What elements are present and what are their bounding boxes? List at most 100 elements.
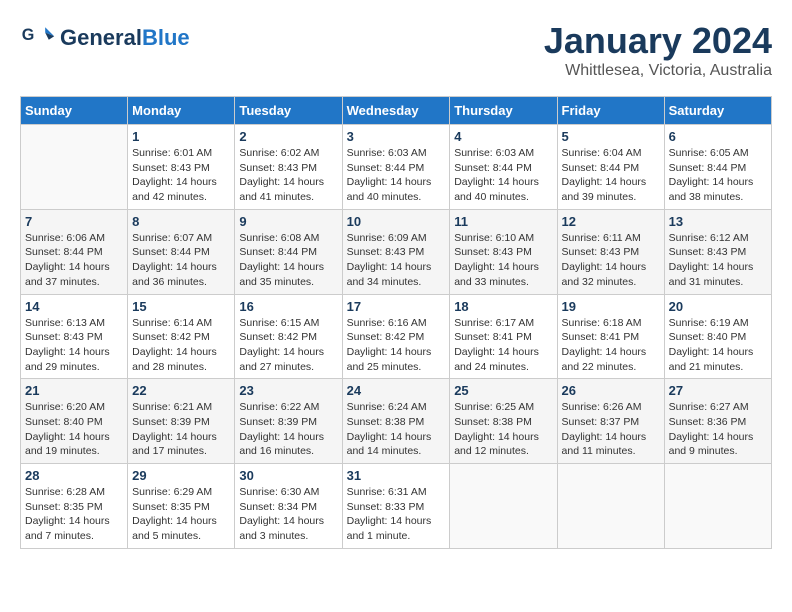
day-info: Sunrise: 6:11 AM Sunset: 8:43 PM Dayligh… xyxy=(562,231,660,290)
calendar-cell xyxy=(664,464,771,549)
day-number: 18 xyxy=(454,299,552,314)
day-number: 16 xyxy=(239,299,337,314)
calendar-cell: 12Sunrise: 6:11 AM Sunset: 8:43 PM Dayli… xyxy=(557,209,664,294)
title-block: January 2024 Whittlesea, Victoria, Austr… xyxy=(544,20,772,80)
header-day-monday: Monday xyxy=(128,97,235,125)
day-number: 6 xyxy=(669,129,767,144)
calendar-cell: 13 Sunrise: 6:12 AM Sunset: 8:43 PM Dayli… xyxy=(664,209,771,294)
calendar-cell: 21Sunrise: 6:20 AM Sunset: 8:40 PM Dayli… xyxy=(21,379,128,464)
day-number: 9 xyxy=(239,214,337,229)
day-info: Sunrise: 6:07 AM Sunset: 8:44 PM Dayligh… xyxy=(132,231,230,290)
calendar-cell: 31Sunrise: 6:31 AM Sunset: 8:33 PM Dayli… xyxy=(342,464,450,549)
calendar-cell: 30Sunrise: 6:30 AM Sunset: 8:34 PM Dayli… xyxy=(235,464,342,549)
day-number: 8 xyxy=(132,214,230,229)
header-day-saturday: Saturday xyxy=(664,97,771,125)
calendar-cell xyxy=(21,125,128,210)
calendar-cell: 8 Sunrise: 6:07 AM Sunset: 8:44 PM Daylig… xyxy=(128,209,235,294)
calendar-cell xyxy=(450,464,557,549)
day-number: 24 xyxy=(347,383,446,398)
day-number: 2 xyxy=(239,129,337,144)
day-number: 5 xyxy=(562,129,660,144)
calendar-cell: 20 Sunrise: 6:19 AM Sunset: 8:40 PM Dayli… xyxy=(664,294,771,379)
day-info: Sunrise: 6:27 AM Sunset: 8:36 PM Dayligh… xyxy=(669,400,767,459)
logo: G GeneralBlue xyxy=(20,20,190,56)
day-info: Sunrise: 6:22 AM Sunset: 8:39 PM Dayligh… xyxy=(239,400,337,459)
day-number: 13 xyxy=(669,214,767,229)
calendar-cell: 26Sunrise: 6:26 AM Sunset: 8:37 PM Dayli… xyxy=(557,379,664,464)
day-info: Sunrise: 6:03 AM Sunset: 8:44 PM Dayligh… xyxy=(454,146,552,205)
logo-icon: G xyxy=(20,20,56,56)
day-number: 1 xyxy=(132,129,230,144)
day-info: Sunrise: 6:28 AM Sunset: 8:35 PM Dayligh… xyxy=(25,485,123,544)
day-info: Sunrise: 6:17 AM Sunset: 8:41 PM Dayligh… xyxy=(454,316,552,375)
day-info: Sunrise: 6:18 AM Sunset: 8:41 PM Dayligh… xyxy=(562,316,660,375)
calendar-cell: 28 Sunrise: 6:28 AM Sunset: 8:35 PM Dayli… xyxy=(21,464,128,549)
header-day-thursday: Thursday xyxy=(450,97,557,125)
calendar-body: 1 Sunrise: 6:01 AM Sunset: 8:43 PM Daylig… xyxy=(21,125,772,549)
calendar-cell: 19Sunrise: 6:18 AM Sunset: 8:41 PM Dayli… xyxy=(557,294,664,379)
calendar-cell: 2Sunrise: 6:02 AM Sunset: 8:43 PM Daylig… xyxy=(235,125,342,210)
day-number: 23 xyxy=(239,383,337,398)
day-number: 3 xyxy=(347,129,446,144)
day-number: 20 xyxy=(669,299,767,314)
day-info: Sunrise: 6:05 AM Sunset: 8:44 PM Dayligh… xyxy=(669,146,767,205)
day-info: Sunrise: 6:15 AM Sunset: 8:42 PM Dayligh… xyxy=(239,316,337,375)
day-number: 22 xyxy=(132,383,230,398)
calendar-cell: 29Sunrise: 6:29 AM Sunset: 8:35 PM Dayli… xyxy=(128,464,235,549)
day-info: Sunrise: 6:29 AM Sunset: 8:35 PM Dayligh… xyxy=(132,485,230,544)
day-info: Sunrise: 6:25 AM Sunset: 8:38 PM Dayligh… xyxy=(454,400,552,459)
day-number: 21 xyxy=(25,383,123,398)
calendar-cell: 10 Sunrise: 6:09 AM Sunset: 8:43 PM Dayli… xyxy=(342,209,450,294)
day-info: Sunrise: 6:30 AM Sunset: 8:34 PM Dayligh… xyxy=(239,485,337,544)
day-info: Sunrise: 6:03 AM Sunset: 8:44 PM Dayligh… xyxy=(347,146,446,205)
day-number: 28 xyxy=(25,468,123,483)
day-info: Sunrise: 6:14 AM Sunset: 8:42 PM Dayligh… xyxy=(132,316,230,375)
day-info: Sunrise: 6:08 AM Sunset: 8:44 PM Dayligh… xyxy=(239,231,337,290)
week-row-3: 14 Sunrise: 6:13 AM Sunset: 8:43 PM Dayli… xyxy=(21,294,772,379)
day-info: Sunrise: 6:06 AM Sunset: 8:44 PM Dayligh… xyxy=(25,231,123,290)
week-row-4: 21Sunrise: 6:20 AM Sunset: 8:40 PM Dayli… xyxy=(21,379,772,464)
calendar-cell: 9 Sunrise: 6:08 AM Sunset: 8:44 PM Daylig… xyxy=(235,209,342,294)
header-day-tuesday: Tuesday xyxy=(235,97,342,125)
location: Whittlesea, Victoria, Australia xyxy=(544,62,772,80)
logo-text: GeneralBlue xyxy=(60,26,190,50)
day-info: Sunrise: 6:01 AM Sunset: 8:43 PM Dayligh… xyxy=(132,146,230,205)
day-info: Sunrise: 6:10 AM Sunset: 8:43 PM Dayligh… xyxy=(454,231,552,290)
header-day-sunday: Sunday xyxy=(21,97,128,125)
day-number: 10 xyxy=(347,214,446,229)
calendar-cell: 7 Sunrise: 6:06 AM Sunset: 8:44 PM Daylig… xyxy=(21,209,128,294)
calendar-cell: 22 Sunrise: 6:21 AM Sunset: 8:39 PM Dayli… xyxy=(128,379,235,464)
calendar-cell: 16 Sunrise: 6:15 AM Sunset: 8:42 PM Dayli… xyxy=(235,294,342,379)
calendar-cell: 1 Sunrise: 6:01 AM Sunset: 8:43 PM Daylig… xyxy=(128,125,235,210)
day-number: 27 xyxy=(669,383,767,398)
calendar-cell: 23 Sunrise: 6:22 AM Sunset: 8:39 PM Dayli… xyxy=(235,379,342,464)
calendar-cell: 18 Sunrise: 6:17 AM Sunset: 8:41 PM Dayli… xyxy=(450,294,557,379)
calendar-cell: 15 Sunrise: 6:14 AM Sunset: 8:42 PM Dayli… xyxy=(128,294,235,379)
day-info: Sunrise: 6:24 AM Sunset: 8:38 PM Dayligh… xyxy=(347,400,446,459)
day-number: 7 xyxy=(25,214,123,229)
day-info: Sunrise: 6:19 AM Sunset: 8:40 PM Dayligh… xyxy=(669,316,767,375)
calendar-cell: 4 Sunrise: 6:03 AM Sunset: 8:44 PM Daylig… xyxy=(450,125,557,210)
calendar-cell: 14 Sunrise: 6:13 AM Sunset: 8:43 PM Dayli… xyxy=(21,294,128,379)
calendar-cell: 24 Sunrise: 6:24 AM Sunset: 8:38 PM Dayli… xyxy=(342,379,450,464)
month-title: January 2024 xyxy=(544,20,772,62)
page-header: G GeneralBlue January 2024 Whittlesea, V… xyxy=(20,20,772,80)
day-info: Sunrise: 6:16 AM Sunset: 8:42 PM Dayligh… xyxy=(347,316,446,375)
calendar-cell: 25 Sunrise: 6:25 AM Sunset: 8:38 PM Dayli… xyxy=(450,379,557,464)
day-number: 15 xyxy=(132,299,230,314)
day-number: 11 xyxy=(454,214,552,229)
day-info: Sunrise: 6:13 AM Sunset: 8:43 PM Dayligh… xyxy=(25,316,123,375)
day-info: Sunrise: 6:09 AM Sunset: 8:43 PM Dayligh… xyxy=(347,231,446,290)
day-number: 25 xyxy=(454,383,552,398)
day-number: 17 xyxy=(347,299,446,314)
day-number: 4 xyxy=(454,129,552,144)
calendar-table: SundayMondayTuesdayWednesdayThursdayFrid… xyxy=(20,96,772,549)
day-info: Sunrise: 6:21 AM Sunset: 8:39 PM Dayligh… xyxy=(132,400,230,459)
day-number: 31 xyxy=(347,468,446,483)
day-number: 14 xyxy=(25,299,123,314)
svg-text:G: G xyxy=(22,26,35,44)
day-info: Sunrise: 6:04 AM Sunset: 8:44 PM Dayligh… xyxy=(562,146,660,205)
calendar-cell: 5 Sunrise: 6:04 AM Sunset: 8:44 PM Daylig… xyxy=(557,125,664,210)
week-row-5: 28 Sunrise: 6:28 AM Sunset: 8:35 PM Dayli… xyxy=(21,464,772,549)
day-info: Sunrise: 6:12 AM Sunset: 8:43 PM Dayligh… xyxy=(669,231,767,290)
